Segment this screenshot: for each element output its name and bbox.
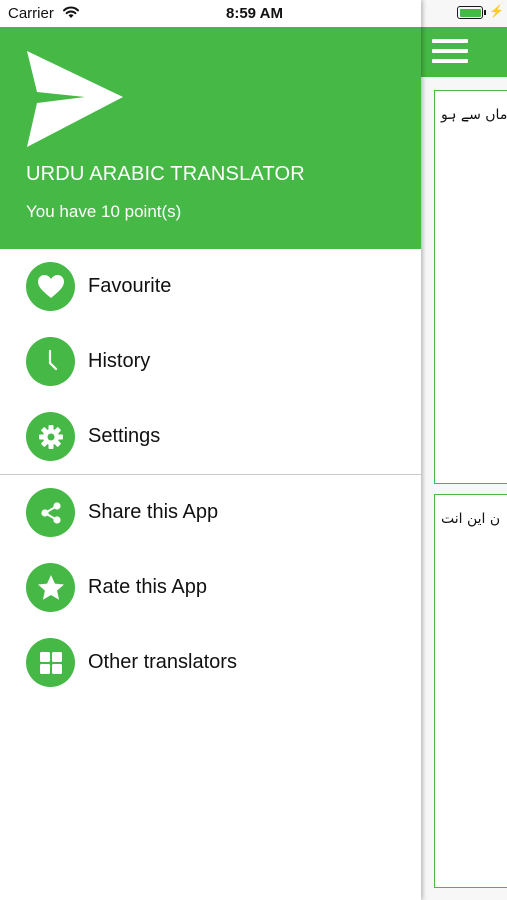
hamburger-menu-icon[interactable] [432, 39, 468, 65]
carrier-label: Carrier [8, 5, 54, 22]
menu-item-favourite[interactable]: Favourite [0, 249, 421, 324]
battery-icon [457, 6, 483, 19]
menu-item-settings[interactable]: Settings [0, 399, 421, 474]
menu-item-other-translators[interactable]: Other translators [0, 625, 421, 700]
app-title: URDU ARABIC TRANSLATOR [26, 163, 305, 185]
points-label: You have 10 point(s) [26, 202, 182, 221]
translated-text-box[interactable]: ن این انت [434, 494, 507, 888]
gear-icon [26, 412, 75, 461]
wifi-icon [62, 5, 80, 23]
status-bar: Carrier 8:59 AM [0, 0, 421, 27]
menu-item-label: Rate this App [88, 576, 207, 598]
menu-item-label: Share this App [88, 501, 219, 523]
menu-item-label: Favourite [88, 275, 172, 297]
clock-icon [26, 337, 75, 386]
grid-icon [26, 638, 75, 687]
main-status-bar: ⚡ [421, 0, 507, 27]
main-screen: ⚡ ماں سے ہو ن این انت [421, 0, 507, 900]
navigation-drawer: Carrier 8:59 AM URDU ARABIC TRANSLATOR Y… [0, 0, 421, 900]
heart-icon [26, 262, 75, 311]
menu-item-share[interactable]: Share this App [0, 475, 421, 550]
drawer-header: URDU ARABIC TRANSLATOR You have 10 point… [0, 27, 421, 249]
menu-item-label: History [88, 350, 151, 372]
source-text: ماں سے ہو [441, 107, 507, 123]
drawer-menu: Favourite History Settings Share this Ap… [0, 249, 421, 700]
charging-bolt-icon: ⚡ [489, 4, 504, 18]
source-text-box[interactable]: ماں سے ہو [434, 90, 507, 484]
star-icon [26, 563, 75, 612]
menu-item-rate[interactable]: Rate this App [0, 550, 421, 625]
translated-text: ن این انت [441, 511, 501, 527]
main-nav-bar [421, 27, 507, 77]
paper-plane-logo-icon [25, 49, 125, 154]
status-time: 8:59 AM [226, 5, 283, 22]
menu-item-label: Settings [88, 425, 161, 447]
menu-item-history[interactable]: History [0, 324, 421, 399]
menu-item-label: Other translators [88, 651, 237, 673]
share-icon [26, 488, 75, 537]
